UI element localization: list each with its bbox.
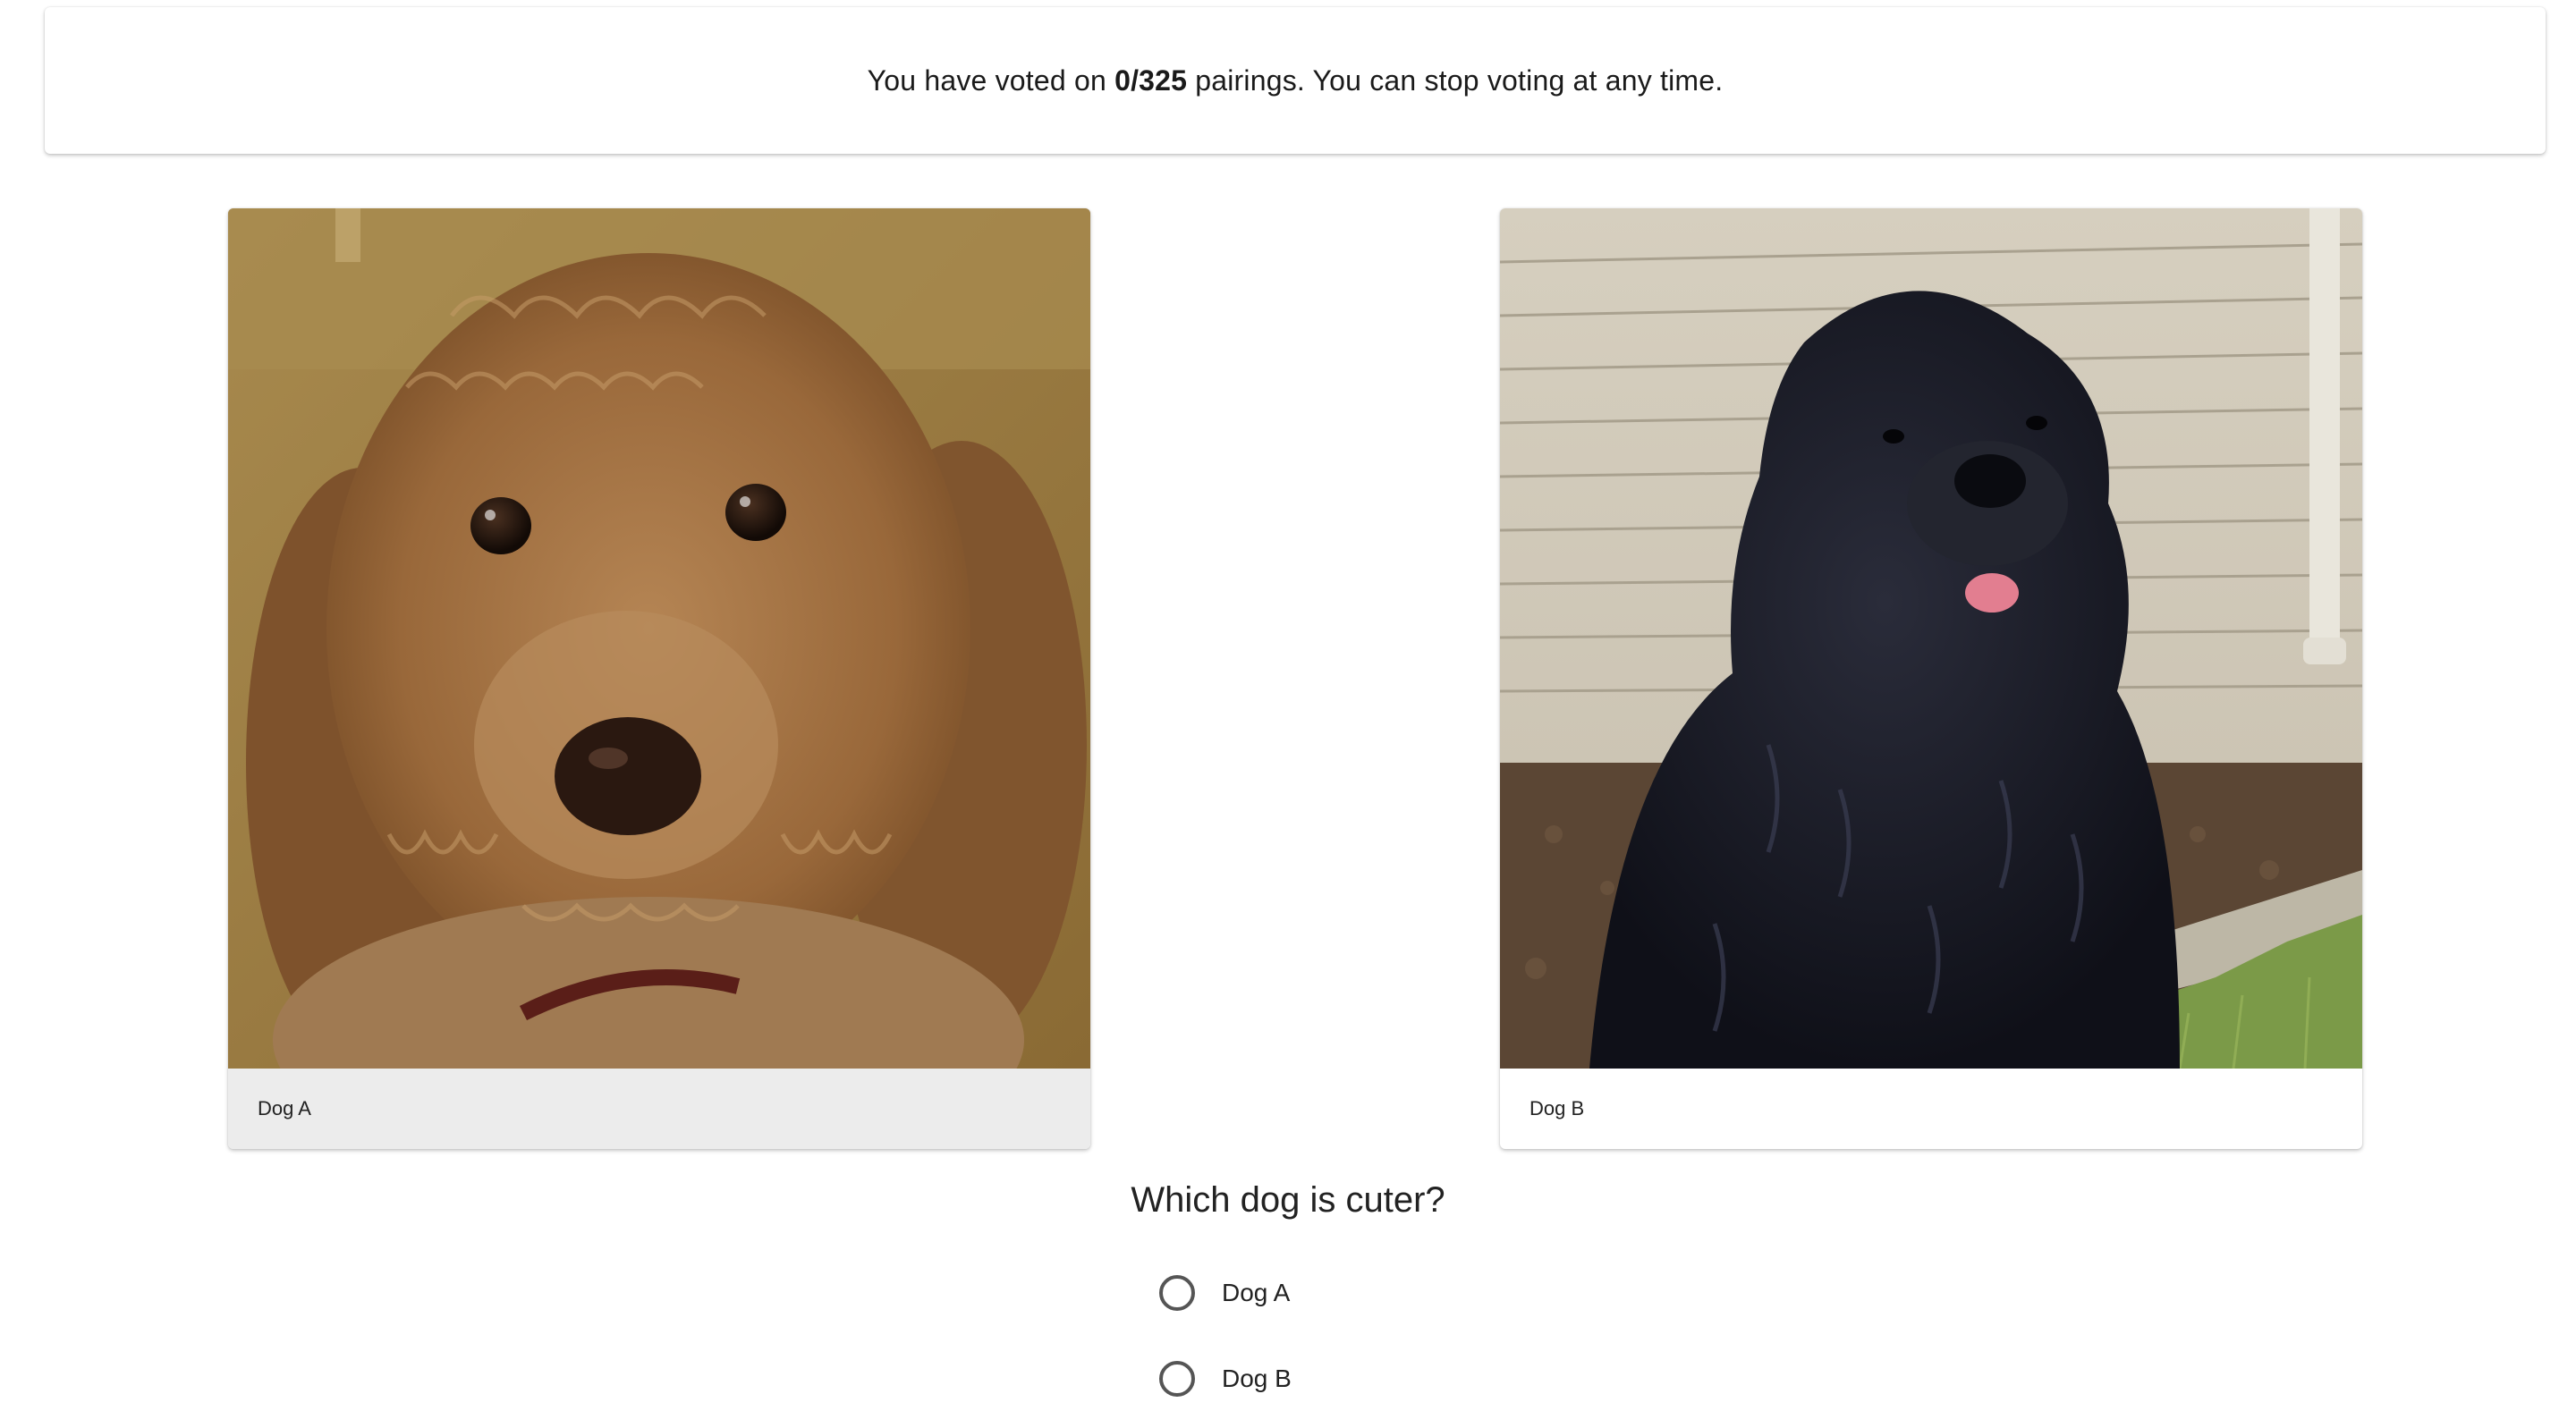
vote-progress-suffix: pairings. You can stop voting at any tim… (1187, 63, 1724, 97)
option-dog-b[interactable]: Dog B (1159, 1357, 1292, 1400)
dog-b-caption: Dog B (1530, 1097, 1585, 1120)
dog-a-photo[interactable] (228, 208, 1090, 1069)
dog-a-card[interactable]: Dog A (228, 208, 1090, 1149)
radio-dog-a[interactable] (1159, 1275, 1195, 1311)
radio-dog-b[interactable] (1159, 1361, 1195, 1397)
dog-b-photo[interactable] (1500, 208, 2362, 1069)
vote-progress-prefix: You have voted on (867, 63, 1115, 97)
vote-progress-banner: You have voted on 0/325 pairings. You ca… (45, 7, 2546, 154)
dog-b-card[interactable]: Dog B (1500, 208, 2362, 1149)
vote-progress-count: 0/325 (1114, 63, 1188, 97)
dog-a-caption: Dog A (228, 1069, 1090, 1149)
vote-progress-text: You have voted on 0/325 pairings. You ca… (868, 64, 1724, 97)
question-heading: Which dog is cuter? (1131, 1180, 1445, 1220)
option-dog-a-label: Dog A (1222, 1279, 1291, 1306)
option-dog-a[interactable]: Dog A (1159, 1272, 1290, 1314)
option-dog-b-label: Dog B (1222, 1365, 1292, 1392)
